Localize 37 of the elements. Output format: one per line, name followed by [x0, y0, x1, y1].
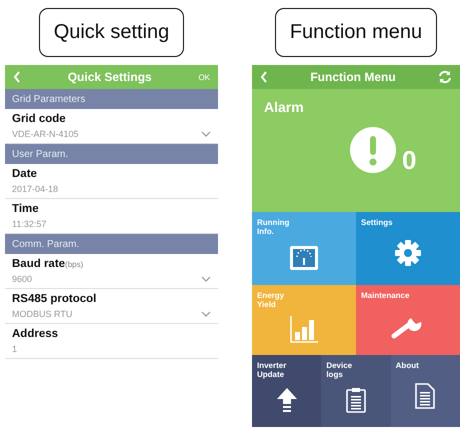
setting-field[interactable]: Date 2017-04-18 — [5, 164, 218, 199]
caption-label: Quick setting — [38, 8, 184, 57]
dropdown-field[interactable]: Baud rate(bps) 9600 — [5, 254, 218, 289]
tile-label: Device logs — [326, 361, 354, 379]
screen-title: Quick Settings — [66, 70, 153, 84]
document-icon — [415, 382, 436, 408]
section-header: Grid Parameters — [5, 89, 218, 109]
tile-label: Settings — [361, 218, 394, 227]
dropdown-field[interactable]: RS485 protocol MODBUS RTU — [5, 289, 218, 324]
setting-field[interactable]: Address 1 — [5, 324, 218, 359]
settings-icon — [394, 239, 422, 267]
refresh-icon[interactable] — [438, 70, 452, 84]
alarm-count: 0 — [402, 147, 416, 173]
chevron-down-icon[interactable] — [201, 311, 211, 317]
tile-label: About — [396, 361, 420, 370]
tile-label: Maintenance — [361, 291, 410, 300]
bar-chart-icon — [289, 314, 319, 344]
back-icon[interactable] — [260, 71, 268, 83]
alert-icon — [350, 127, 396, 173]
section-header: Comm. Param. — [5, 234, 218, 254]
menu-tile[interactable]: Settings — [356, 212, 460, 285]
gauge-icon — [289, 244, 319, 270]
chevron-down-icon[interactable] — [201, 276, 211, 282]
menu-tile[interactable]: Device logs — [321, 355, 391, 427]
clipboard-icon — [346, 387, 366, 413]
menu-tile[interactable]: About — [390, 355, 460, 427]
chevron-down-icon[interactable] — [201, 131, 211, 137]
tile-label: Alarm — [264, 99, 305, 115]
section-header: User Param. — [5, 144, 218, 164]
back-icon[interactable] — [13, 71, 21, 83]
tile-label: Running Info. — [257, 218, 290, 236]
upload-arrow-icon — [274, 387, 299, 413]
tile-label: Inverter Update — [257, 361, 288, 379]
caption-label: Function menu — [274, 8, 438, 57]
menu-tile[interactable]: Inverter Update — [252, 355, 322, 427]
screen-title: Function Menu — [309, 70, 397, 84]
tile-label: Energy Yield — [257, 291, 286, 309]
